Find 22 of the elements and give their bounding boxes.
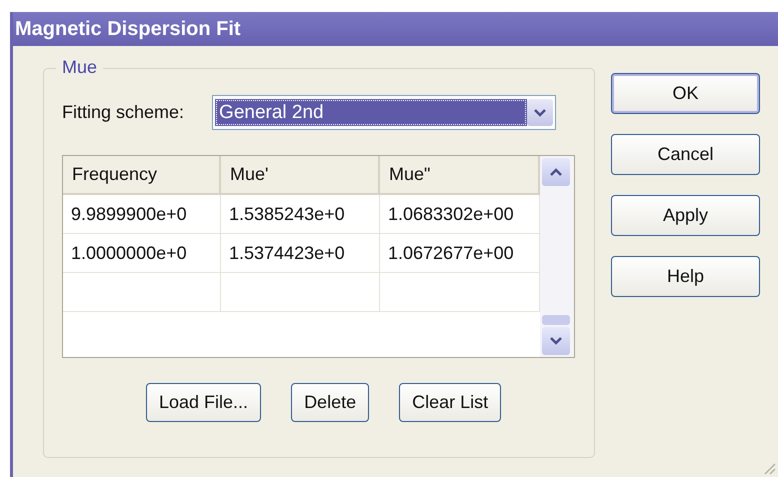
dialog-button[interactable]: Apply [611,195,760,236]
fitting-scheme-dropdown[interactable]: General 2nd [212,95,556,130]
scrollbar[interactable] [540,156,574,357]
column-header[interactable]: Frequency [63,156,221,195]
resize-grip-icon[interactable] [762,461,776,475]
table-cell: 1.5385243e+0 [221,195,380,234]
window-title: Magnetic Dispersion Fit [13,12,778,46]
dialog-button[interactable]: Cancel [611,134,760,175]
table-cell: 1.5374423e+0 [221,234,380,273]
dialog-button[interactable]: Help [611,256,760,297]
dialog-button[interactable]: OK [611,73,760,114]
action-button[interactable]: Clear List [399,383,502,422]
column-header[interactable]: Mue' [221,156,380,195]
table-cell: 9.9899900e+0 [63,195,221,234]
scroll-down-icon[interactable] [542,327,570,355]
action-button[interactable]: Delete [291,383,370,422]
fitting-scheme-label: Fitting scheme: [62,102,184,123]
action-button[interactable]: Load File... [146,383,262,422]
table-cell: 1.0000000e+0 [63,234,221,273]
scroll-thumb[interactable] [542,315,570,325]
column-header[interactable]: Mue" [380,156,540,195]
scroll-up-icon[interactable] [542,158,570,186]
